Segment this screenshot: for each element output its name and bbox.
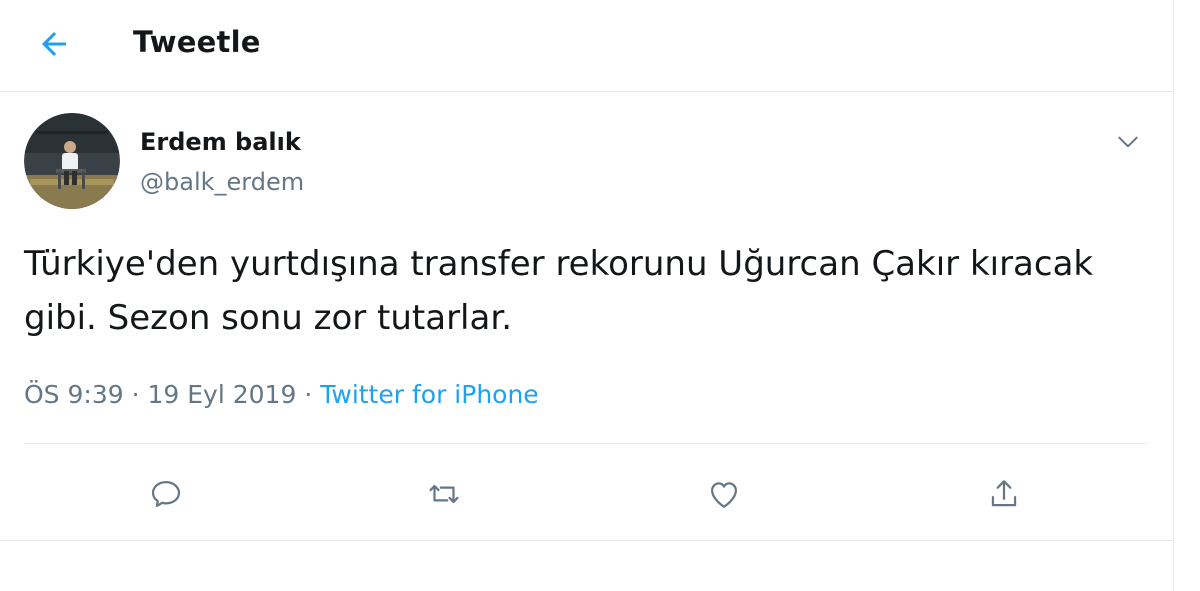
author-handle: @balk_erdem xyxy=(140,168,305,196)
page-title: Tweetle xyxy=(133,25,261,59)
avatar-image xyxy=(24,113,120,209)
heart-icon xyxy=(711,482,737,508)
tweet-actions xyxy=(0,470,1174,518)
tweet-date[interactable]: 19 Eyl 2019 xyxy=(148,380,297,409)
divider xyxy=(24,443,1148,444)
meta-separator: · xyxy=(131,380,140,409)
tweet-meta: ÖS 9:39 · 19 Eyl 2019 · Twitter for iPho… xyxy=(24,380,539,409)
meta-separator: · xyxy=(304,380,313,409)
tweet-time[interactable]: ÖS 9:39 xyxy=(24,380,124,409)
more-options-button[interactable] xyxy=(1110,124,1146,160)
chevron-down-icon xyxy=(1118,136,1138,148)
retweet-icon xyxy=(429,484,459,504)
divider xyxy=(0,540,1174,541)
tweet-page: Tweetle Erdem balık @balk_erdem Türkiye'… xyxy=(0,0,1174,591)
share-button[interactable] xyxy=(980,470,1028,518)
share-icon xyxy=(991,480,1017,507)
tweet-text: Türkiye'den yurtdışına transfer rekorunu… xyxy=(24,244,1094,338)
top-bar: Tweetle xyxy=(0,0,1174,92)
tweet-source-link[interactable]: Twitter for iPhone xyxy=(320,380,538,409)
comment-icon xyxy=(151,481,181,507)
back-button[interactable] xyxy=(32,22,76,66)
reply-button[interactable] xyxy=(142,470,190,518)
retweet-button[interactable] xyxy=(420,470,468,518)
like-button[interactable] xyxy=(700,470,748,518)
author-display-name[interactable]: Erdem balık xyxy=(140,128,301,156)
avatar[interactable] xyxy=(24,113,120,209)
arrow-left-icon xyxy=(42,32,66,56)
